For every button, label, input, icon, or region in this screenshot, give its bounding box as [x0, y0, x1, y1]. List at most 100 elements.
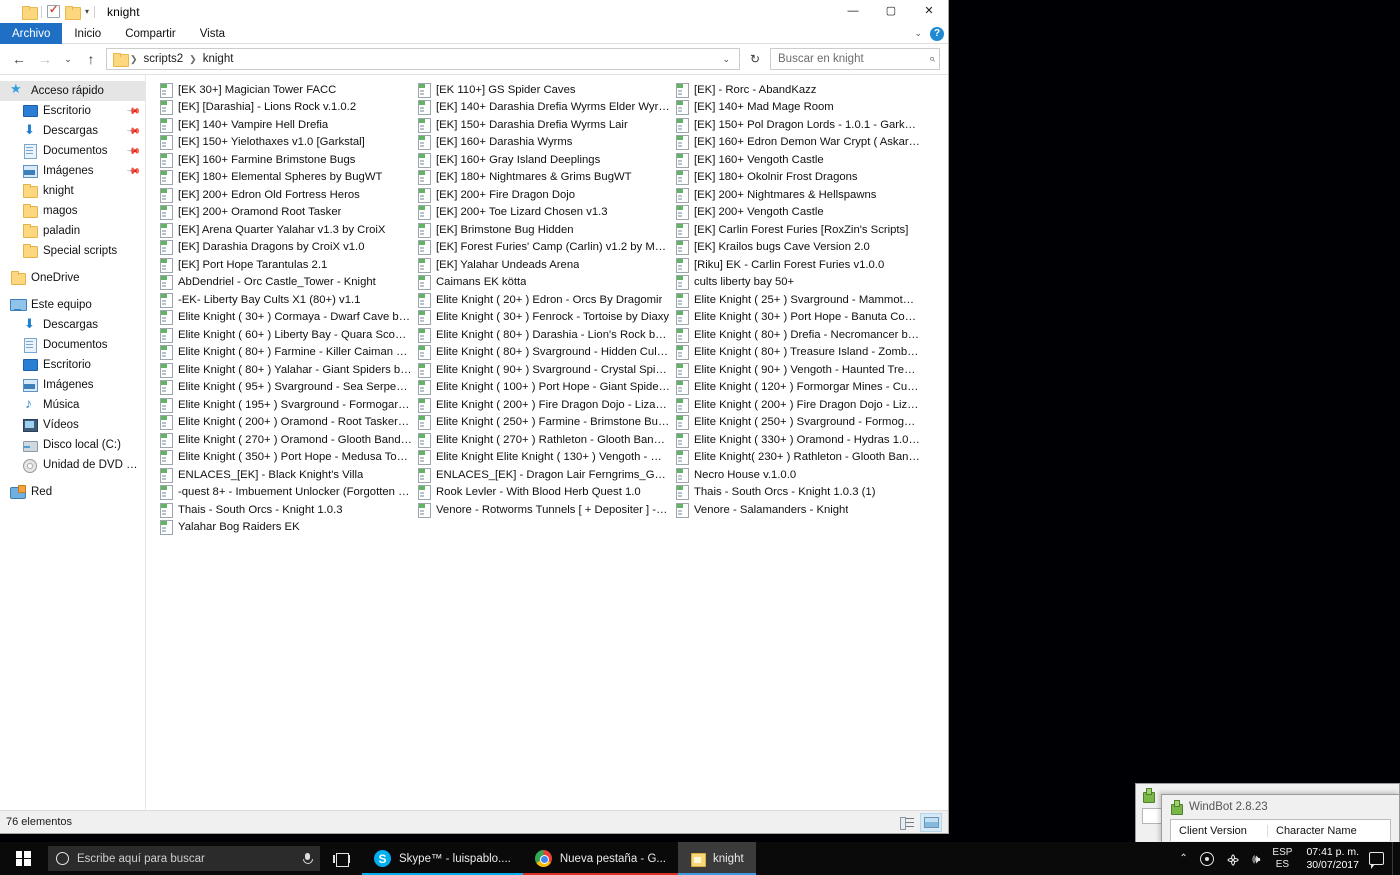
details-view-button[interactable] — [896, 813, 918, 832]
help-icon[interactable]: ? — [930, 26, 944, 41]
file-item[interactable]: [EK] 160+ Darashia Wyrms — [412, 134, 670, 152]
show-desktop-button[interactable] — [1392, 842, 1398, 875]
file-item[interactable]: -EK- Liberty Bay Cults X1 (80+) v1.1 — [154, 291, 412, 309]
sidebar-item-magos[interactable]: magos — [0, 201, 145, 221]
properties-icon[interactable] — [47, 3, 60, 18]
wifi-icon[interactable]: ᯽ — [1220, 842, 1246, 875]
search-icon[interactable]: ⌕ — [929, 53, 935, 66]
file-item[interactable]: [EK] Darashia Dragons by CroiX v1.0 — [154, 239, 412, 257]
back-button[interactable]: ← — [8, 48, 30, 70]
tab-vista[interactable]: Vista — [188, 23, 237, 44]
file-item[interactable]: Rook Levler - With Blood Herb Quest 1.0 — [412, 484, 670, 502]
file-item[interactable]: [EK] 160+ Farmine Brimstone Bugs — [154, 151, 412, 169]
file-item[interactable]: Elite Knight ( 80+ ) Drefia - Necromance… — [670, 326, 920, 344]
column-client-version[interactable]: Client Version — [1171, 825, 1267, 837]
search-box[interactable]: Buscar en knight ⌕ — [770, 48, 940, 70]
customize-caret-icon[interactable]: ▾ — [85, 7, 89, 16]
windbot-window[interactable]: WindBot 2.8.23 Client Version Character … — [1161, 794, 1400, 844]
file-item[interactable]: Elite Knight ( 25+ ) Svarground - Mammot… — [670, 291, 920, 309]
file-item[interactable]: [EK] 160+ Edron Demon War Crypt ( Askara… — [670, 134, 920, 152]
sidebar-item-este-equipo[interactable]: Este equipo — [0, 295, 145, 315]
file-item[interactable]: Elite Knight Elite Knight ( 130+ ) Vengo… — [412, 449, 670, 467]
microphone-icon[interactable] — [302, 852, 313, 866]
sidebar-item-dvd[interactable]: Unidad de DVD RW — [0, 455, 145, 475]
file-item[interactable]: [EK 110+] GS Spider Caves — [412, 81, 670, 99]
refresh-button[interactable]: ↻ — [744, 48, 766, 70]
file-item[interactable]: [EK] 200+ Oramond Root Tasker — [154, 204, 412, 222]
taskbar-search-input[interactable]: Escribe aquí para buscar — [77, 853, 294, 865]
sidebar-item-pc-descargas[interactable]: Descargas — [0, 315, 145, 335]
sidebar-item-special-scripts[interactable]: Special scripts — [0, 241, 145, 261]
file-item[interactable]: Elite Knight ( 80+ ) Treasure Island - Z… — [670, 344, 920, 362]
file-item[interactable]: [EK] 140+ Darashia Drefia Wyrms Elder Wy… — [412, 99, 670, 117]
file-item[interactable]: [Riku] EK - Carlin Forest Furies v1.0.0 — [670, 256, 920, 274]
file-item[interactable]: [EK] 180+ Nightmares & Grims BugWT — [412, 169, 670, 187]
close-button[interactable]: ✕ — [910, 0, 948, 23]
file-item[interactable]: Elite Knight ( 30+ ) Cormaya - Dwarf Cav… — [154, 309, 412, 327]
address-bar[interactable]: ❯ scripts2 ❯ knight ⌄ — [106, 48, 740, 70]
file-item[interactable]: [EK] Brimstone Bug Hidden — [412, 221, 670, 239]
task-view-button[interactable] — [320, 842, 362, 875]
file-item[interactable]: Elite Knight ( 270+ ) Oramond - Glooth B… — [154, 431, 412, 449]
file-item[interactable]: [EK] Krailos bugs Cave Version 2.0 — [670, 239, 920, 257]
file-item[interactable]: Elite Knight ( 80+ ) Darashia - Lion's R… — [412, 326, 670, 344]
sync-icon[interactable] — [1194, 842, 1220, 875]
sidebar-item-imagenes[interactable]: Imágenes 📌 — [0, 161, 145, 181]
file-item[interactable]: Caimans EK kötta — [412, 274, 670, 292]
sidebar-item-escritorio[interactable]: Escritorio 📌 — [0, 101, 145, 121]
file-item[interactable]: [EK] 200+ Edron Old Fortress Heros — [154, 186, 412, 204]
file-item[interactable]: ENLACES_[EK] - Black Knight's Villa — [154, 466, 412, 484]
file-item[interactable]: Elite Knight ( 195+ ) Svarground - Formo… — [154, 396, 412, 414]
start-button[interactable] — [0, 842, 46, 875]
forward-button[interactable]: → — [34, 48, 56, 70]
minimize-button[interactable]: — — [834, 0, 872, 23]
file-item[interactable]: [EK] 180+ Okolnir Frost Dragons — [670, 169, 920, 187]
file-item[interactable]: [EK] Port Hope Tarantulas 2.1 — [154, 256, 412, 274]
file-item[interactable]: [EK 30+] Magician Tower FACC — [154, 81, 412, 99]
pin-icon[interactable]: 📌 — [126, 103, 141, 119]
taskbar-item-chrome[interactable]: Nueva pestaña - G... — [522, 842, 678, 875]
file-item[interactable]: [EK] 200+ Fire Dragon Dojo — [412, 186, 670, 204]
file-item[interactable]: Elite Knight ( 330+ ) Oramond - Hydras 1… — [670, 431, 920, 449]
file-item[interactable]: [EK] Arena Quarter Yalahar v1.3 by CroiX — [154, 221, 412, 239]
file-item[interactable]: [EK] 160+ Vengoth Castle — [670, 151, 920, 169]
file-item[interactable]: [EK] 140+ Vampire Hell Drefia — [154, 116, 412, 134]
file-item[interactable]: Elite Knight ( 20+ ) Edron - Orcs By Dra… — [412, 291, 670, 309]
sidebar-item-knight[interactable]: knight — [0, 181, 145, 201]
file-item[interactable]: Elite Knight ( 80+ ) Yalahar - Giant Spi… — [154, 361, 412, 379]
file-item[interactable]: Elite Knight ( 270+ ) Rathleton - Glooth… — [412, 431, 670, 449]
sidebar-item-documentos[interactable]: Documentos 📌 — [0, 141, 145, 161]
file-item[interactable]: Elite Knight ( 60+ ) Liberty Bay - Quara… — [154, 326, 412, 344]
file-item[interactable]: Elite Knight ( 250+ ) Svarground - Formo… — [670, 414, 920, 432]
file-item[interactable]: Elite Knight ( 200+ ) Oramond - Root Tas… — [154, 414, 412, 432]
file-item[interactable]: [EK] 160+ Gray Island Deeplings — [412, 151, 670, 169]
file-item[interactable]: Venore - Rotworms Tunnels [ + Depositer … — [412, 501, 670, 519]
clock[interactable]: 07:41 p. m. 30/07/2017 — [1298, 846, 1367, 870]
taskbar-item-skype[interactable]: S Skype™ - luispablo.... — [362, 842, 523, 875]
file-item[interactable]: Thais - South Orcs - Knight 1.0.3 — [154, 501, 412, 519]
file-item[interactable]: Elite Knight ( 90+ ) Vengoth - Haunted T… — [670, 361, 920, 379]
file-item[interactable]: Elite Knight ( 350+ ) Port Hope - Medusa… — [154, 449, 412, 467]
sidebar-item-red[interactable]: Red — [0, 482, 145, 502]
file-item[interactable]: Elite Knight ( 100+ ) Port Hope - Giant … — [412, 379, 670, 397]
sidebar-item-onedrive[interactable]: OneDrive — [0, 268, 145, 288]
sidebar-item-disco-local[interactable]: Disco local (C:) — [0, 435, 145, 455]
file-item[interactable]: ENLACES_[EK] - Dragon Lair Ferngrims_Gat… — [412, 466, 670, 484]
file-item[interactable]: Elite Knight ( 30+ ) Port Hope - Banuta … — [670, 309, 920, 327]
file-item[interactable]: [EK] 180+ Elemental Spheres by BugWT — [154, 169, 412, 187]
tab-inicio[interactable]: Inicio — [62, 23, 113, 44]
chevron-down-icon[interactable]: ⌄ — [914, 28, 922, 39]
file-list-pane[interactable]: [EK 30+] Magician Tower FACC [EK] [Darash… — [146, 75, 948, 810]
file-item[interactable]: Yalahar Bog Raiders EK — [154, 519, 412, 537]
folder-icon[interactable] — [22, 5, 38, 20]
sidebar-item-musica[interactable]: Música — [0, 395, 145, 415]
sidebar-item-pc-imagenes[interactable]: Imágenes — [0, 375, 145, 395]
file-item[interactable]: Elite Knight ( 30+ ) Fenrock - Tortoise … — [412, 309, 670, 327]
file-item[interactable]: [EK] 200+ Vengoth Castle — [670, 204, 920, 222]
breadcrumb-scripts2[interactable]: scripts2 — [141, 53, 187, 65]
file-item[interactable]: [EK] Carlin Forest Furies [RoxZin's Scri… — [670, 221, 920, 239]
sidebar-item-acceso-rapido[interactable]: Acceso rápido — [0, 81, 145, 101]
file-item[interactable]: Elite Knight ( 200+ ) Fire Dragon Dojo -… — [670, 396, 920, 414]
breadcrumb-knight[interactable]: knight — [200, 53, 237, 65]
action-center-icon[interactable] — [1369, 852, 1384, 869]
